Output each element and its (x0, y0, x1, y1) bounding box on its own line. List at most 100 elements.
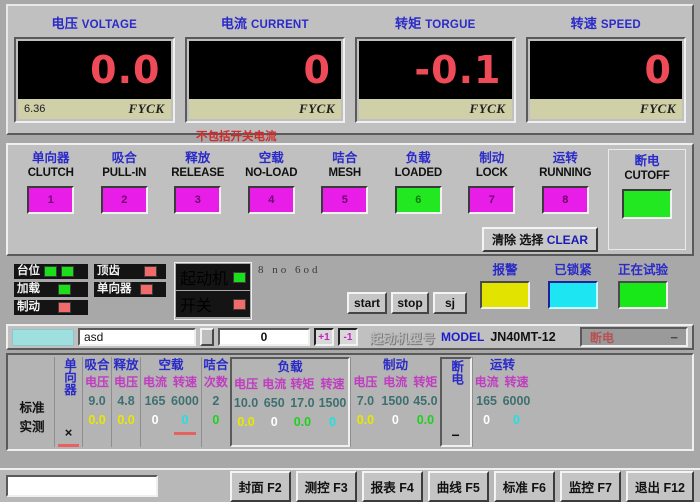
table-cell-measured: 0 (392, 411, 399, 430)
mode-item-pull-in[interactable]: 吸合 PULL-IN 2 (88, 149, 162, 250)
alarm-lamp (480, 281, 530, 309)
meter-footer: 6.36 FYCK (18, 99, 171, 119)
meter-value: 0 (645, 51, 672, 89)
table-group-lock: 制动 电压 7.0 0.0 电流 1500 0 转矩 45.0 0.0 (350, 357, 439, 447)
alarm-label: 报警 (492, 262, 517, 278)
meter-title-en: SPEED (601, 19, 641, 31)
table-group-running: 运转 电流 165 0 转速 6000 0 (472, 357, 533, 447)
fkey-monitor-f7[interactable]: 监控 F7 (560, 471, 621, 502)
increment-button[interactable]: +1 (314, 328, 334, 346)
start-button[interactable]: start (347, 292, 387, 314)
table-cell-standard: 1500 (381, 392, 409, 411)
table-cell-measured: 0 (152, 411, 159, 430)
meter-bezel: -0.1 FYCK (355, 37, 516, 123)
table-column: 转速 1500 0 (317, 376, 349, 445)
table-cell-measured: 0 (483, 411, 490, 430)
decrement-button[interactable]: -1 (338, 328, 358, 346)
starter-row: 起动机 (176, 264, 250, 290)
cell-underline (58, 444, 80, 447)
testing-label: 正在试验 (618, 262, 668, 278)
stop-button[interactable]: stop (391, 292, 429, 314)
mode-selection-panel: 单向器 CLUTCH 1 吸合 PULL-IN 2 释放 RELEASE 3 空… (6, 143, 694, 256)
table-col-header: 转速 (320, 376, 344, 394)
number-input[interactable]: 0 (218, 328, 310, 346)
mode-label-en: PULL-IN (102, 166, 146, 181)
fkey-standard-f6[interactable]: 标准 F6 (494, 471, 555, 502)
cutoff-section: 断电 CUTOFF (608, 149, 686, 250)
mode-item-clutch[interactable]: 单向器 CLUTCH 1 (14, 149, 88, 250)
mode-lamp[interactable]: 4 (248, 186, 295, 214)
mode-item-mesh[interactable]: 咭合 MESH 5 (308, 149, 382, 250)
mode-label-en: MESH (329, 166, 361, 181)
text-input[interactable]: asd (78, 328, 196, 346)
mode-label-cn: 负载 (406, 149, 431, 166)
field-name-label (12, 329, 74, 346)
table-cell-standard: 2 (212, 392, 219, 411)
spinner-button[interactable] (200, 328, 214, 346)
mode-lamp[interactable]: 7 (468, 186, 515, 214)
meter-voltage: 电压 VOLTAGE 0.0 6.36 FYCK (14, 10, 175, 133)
meter-brand: FYCK (129, 101, 165, 117)
mode-item-no-load[interactable]: 空载 NO-LOAD 4 (235, 149, 309, 250)
status-led-indicator (144, 266, 157, 277)
row-label-standard: 标准 (10, 399, 54, 418)
status-indicator-strip: 台位 加载 制动 顶齿 单向器 起动机 开关 (6, 262, 694, 322)
meter-lcd: -0.1 (359, 41, 512, 99)
table-col-header: 转矩 (413, 374, 437, 392)
meter-title: 电流 CURRENT (185, 10, 346, 37)
mode-lamp[interactable]: 8 (542, 186, 589, 214)
meter-current: 电流 CURRENT 0 FYCK (185, 10, 346, 133)
meter-title-cn: 转矩 (395, 16, 421, 31)
status-text-input[interactable] (6, 475, 158, 497)
mode-label-cn: 制动 (479, 149, 504, 166)
table-cell-measured: × (65, 423, 73, 442)
fkey-curve-f5[interactable]: 曲线 F5 (428, 471, 489, 502)
mode-lamp[interactable]: 2 (101, 186, 148, 214)
fkey-report-f4[interactable]: 报表 F4 (362, 471, 423, 502)
table-col-header: 电流 (475, 374, 499, 392)
table-cell-measured: 0 (329, 413, 336, 432)
fkey-control-f3[interactable]: 测控 F3 (296, 471, 357, 502)
mode-lamp[interactable]: 3 (174, 186, 221, 214)
table-group-title: 断电 (449, 359, 462, 409)
mode-label-cn: 空载 (259, 149, 284, 166)
mode-item-release[interactable]: 释放 RELEASE 3 (161, 149, 235, 250)
clear-selection-button[interactable]: 清除 选择 CLEAR (482, 227, 598, 252)
mode-label-cn: 运转 (553, 149, 578, 166)
cutoff-lamp[interactable] (622, 189, 672, 219)
led-label: 开关 (180, 292, 212, 316)
meter-title-cn: 电压 (52, 16, 78, 31)
sj-button[interactable]: sj (433, 292, 467, 314)
meter-value: 0.0 (90, 51, 160, 89)
meter-speed: 转速 SPEED 0 FYCK (526, 10, 687, 133)
table-cell-measured: 0 (513, 411, 520, 430)
table-column: 次数 2 0 (202, 374, 230, 447)
table-group-pull-in: 吸合 电压 9.0 0.0 (82, 357, 111, 447)
mode-lamp[interactable]: 1 (27, 186, 74, 214)
control-panel-window: 电压 VOLTAGE 0.0 6.36 FYCK 电流 CURRENT 0 (0, 0, 700, 502)
table-cell-standard: 1500 (319, 394, 347, 413)
table-group-clutch: 单向器 × (54, 357, 82, 447)
table-cell-measured: 0.0 (294, 413, 311, 432)
fkey-exit-f12[interactable]: 退出 F12 (626, 471, 694, 502)
table-col-header: 电压 (234, 376, 258, 394)
mode-lamp[interactable]: 6 (395, 186, 442, 214)
meter-panel: 电压 VOLTAGE 0.0 6.36 FYCK 电流 CURRENT 0 (6, 4, 694, 135)
table-cell-standard: 6000 (171, 392, 199, 411)
table-cell-standard: 9.0 (88, 392, 105, 411)
table-column: 电流 1500 0 (379, 374, 411, 447)
mode-label-en: LOCK (476, 166, 508, 181)
locked-indicator: 已锁紧 (548, 262, 598, 309)
mode-item-loaded[interactable]: 负载 LOADED 6 (382, 149, 456, 250)
input-toolbar: asd 0 +1 -1 起动机型号 MODEL JN40MT-12 断电 − (6, 324, 694, 350)
alarm-indicator: 报警 (480, 262, 530, 309)
table-cell-measured: 0.0 (237, 413, 254, 432)
mode-lamp[interactable]: 5 (321, 186, 368, 214)
row-label-measured: 实测 (10, 418, 54, 437)
led-group-taiwei: 台位 (14, 264, 88, 279)
table-group-title: 咭合 (202, 357, 230, 374)
table-cell-standard: 45.0 (413, 392, 437, 411)
led-label: 制动 (17, 301, 40, 314)
fkey-cover-f2[interactable]: 封面 F2 (230, 471, 291, 502)
table-col-header: 电流 (262, 376, 286, 394)
